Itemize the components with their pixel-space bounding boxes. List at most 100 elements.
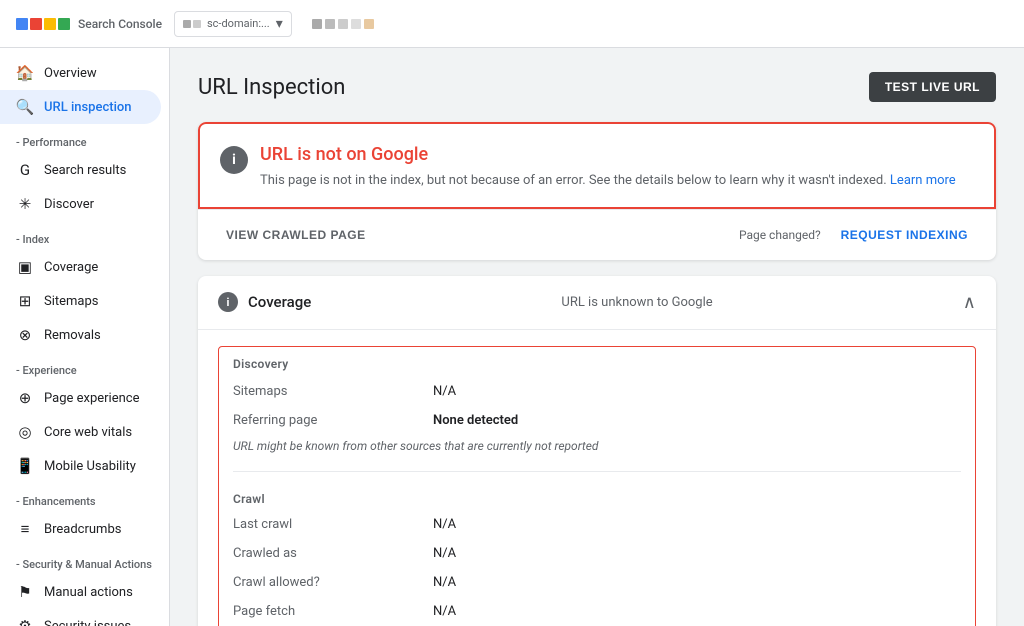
sidebar-label-core-web-vitals: Core web vitals (44, 425, 132, 440)
sidebar-section-performance: - Performance (0, 124, 169, 153)
property-selector[interactable]: sc-domain:... ▾ (174, 11, 292, 37)
nav-sq2 (325, 19, 335, 29)
url-note: URL might be known from other sources th… (219, 435, 975, 463)
request-indexing-button[interactable]: REQUEST INDEXING (833, 222, 976, 248)
sidebar-label-url-inspection: URL inspection (44, 100, 132, 115)
logo-group: Search Console (16, 17, 162, 31)
status-card: i URL is not on Google This page is not … (198, 122, 996, 260)
chevron-down-icon: ▾ (276, 16, 283, 32)
sidebar-label-search-results: Search results (44, 163, 126, 178)
coverage-status-text: URL is unknown to Google (561, 295, 712, 310)
referring-page-label: Referring page (233, 413, 433, 428)
sidebar-item-core-web-vitals[interactable]: ◎ Core web vitals (0, 415, 161, 449)
status-desc-text: This page is not in the index, but not b… (260, 173, 887, 188)
last-crawl-label: Last crawl (233, 517, 433, 532)
page-changed-label: Page changed? (739, 228, 821, 242)
last-crawl-value: N/A (433, 517, 456, 532)
detail-row-last-crawl: Last crawl N/A (219, 510, 975, 539)
sidebar-item-breadcrumbs[interactable]: ≡ Breadcrumbs (0, 512, 161, 546)
detail-row-referring-page: Referring page None detected (219, 406, 975, 435)
sidebar-label-removals: Removals (44, 328, 101, 343)
view-crawled-button[interactable]: VIEW CRAWLED PAGE (218, 222, 374, 248)
detail-section: Discovery Sitemaps N/A Referring page No… (218, 346, 976, 626)
p-sq1 (183, 20, 191, 28)
search-console-label: Search Console (78, 17, 162, 31)
coverage-header-left: i Coverage (218, 292, 311, 312)
sidebar-item-security-issues[interactable]: ⚙ Security issues (0, 609, 161, 626)
learn-more-link[interactable]: Learn more (890, 173, 956, 188)
detail-row-crawl-allowed: Crawl allowed? N/A (219, 568, 975, 597)
sidebar-section-enhancements: - Enhancements (0, 483, 169, 512)
p-sq2 (193, 20, 201, 28)
discovery-header: Discovery (219, 347, 975, 377)
security-icon: ⚙ (16, 617, 34, 626)
detail-row-page-fetch: Page fetch N/A (219, 597, 975, 626)
sidebar-item-overview[interactable]: 🏠 Overview (0, 56, 161, 90)
sidebar-item-page-experience[interactable]: ⊕ Page experience (0, 381, 161, 415)
sidebar-section-security: - Security & Manual Actions (0, 546, 169, 575)
request-indexing-area: Page changed? REQUEST INDEXING (739, 222, 976, 248)
sidebar-item-mobile-usability[interactable]: 📱 Mobile Usability (0, 449, 161, 483)
sidebar-item-coverage[interactable]: ▣ Coverage (0, 250, 161, 284)
test-live-url-button[interactable]: TEST LIVE URL (869, 72, 996, 102)
discover-icon: ✳ (16, 195, 34, 213)
sidebar-label-coverage: Coverage (44, 260, 98, 275)
page-fetch-value: N/A (433, 604, 456, 619)
sidebar-label-discover: Discover (44, 197, 94, 212)
sidebar-label-mobile-usability: Mobile Usability (44, 459, 136, 474)
page-experience-icon: ⊕ (16, 389, 34, 407)
google-logo (16, 18, 70, 30)
logo-sq-2 (30, 18, 42, 30)
topbar: Search Console sc-domain:... ▾ (0, 0, 1024, 48)
status-info-icon: i (220, 146, 248, 174)
manual-actions-icon: ⚑ (16, 583, 34, 601)
sidebar-item-manual-actions[interactable]: ⚑ Manual actions (0, 575, 161, 609)
mobile-icon: 📱 (16, 457, 34, 475)
home-icon: 🏠 (16, 64, 34, 82)
sidebar-section-index: - Index (0, 221, 169, 250)
sidebar-item-discover[interactable]: ✳ Discover (0, 187, 161, 221)
sidebar-section-experience: - Experience (0, 352, 169, 381)
coverage-body: Discovery Sitemaps N/A Referring page No… (198, 346, 996, 626)
page-title: URL Inspection (198, 75, 345, 100)
main-content: URL Inspection TEST LIVE URL i URL is no… (170, 48, 1024, 626)
coverage-title: Coverage (248, 293, 311, 311)
sitemaps-label: Sitemaps (233, 384, 433, 399)
status-actions-bar: VIEW CRAWLED PAGE Page changed? REQUEST … (198, 209, 996, 260)
referring-page-value: None detected (433, 413, 518, 428)
status-description: This page is not in the index, but not b… (260, 171, 956, 191)
sidebar: 🏠 Overview 🔍 URL inspection - Performanc… (0, 48, 170, 626)
property-icon (183, 20, 201, 28)
layout: 🏠 Overview 🔍 URL inspection - Performanc… (0, 48, 1024, 626)
sidebar-label-page-experience: Page experience (44, 391, 140, 406)
coverage-icon: ▣ (16, 258, 34, 276)
detail-row-crawled-as: Crawled as N/A (219, 539, 975, 568)
crawl-allowed-value: N/A (433, 575, 456, 590)
crawl-header: Crawl (219, 480, 975, 510)
detail-row-sitemaps: Sitemaps N/A (219, 377, 975, 406)
nav-sq1 (312, 19, 322, 29)
nav-grid (312, 19, 374, 29)
sidebar-item-search-results[interactable]: G Search results (0, 153, 161, 187)
status-content: URL is not on Google This page is not in… (260, 144, 956, 191)
sidebar-item-sitemaps[interactable]: ⊞ Sitemaps (0, 284, 161, 318)
status-banner: i URL is not on Google This page is not … (198, 122, 996, 209)
sidebar-item-url-inspection[interactable]: 🔍 URL inspection (0, 90, 161, 124)
section-divider-crawl (233, 471, 961, 472)
core-web-vitals-icon: ◎ (16, 423, 34, 441)
collapse-icon[interactable]: ∧ (963, 292, 976, 313)
nav-sq4 (351, 19, 361, 29)
property-name: sc-domain:... (207, 17, 270, 30)
coverage-info-icon: i (218, 292, 238, 312)
page-header: URL Inspection TEST LIVE URL (198, 72, 996, 102)
crawled-as-label: Crawled as (233, 546, 433, 561)
sidebar-item-removals[interactable]: ⊗ Removals (0, 318, 161, 352)
sitemaps-icon: ⊞ (16, 292, 34, 310)
page-fetch-label: Page fetch (233, 604, 433, 619)
sidebar-label-overview: Overview (44, 66, 97, 81)
nav-sq5 (364, 19, 374, 29)
removals-icon: ⊗ (16, 326, 34, 344)
sidebar-label-sitemaps: Sitemaps (44, 294, 99, 309)
logo-sq-1 (16, 18, 28, 30)
crawled-as-value: N/A (433, 546, 456, 561)
